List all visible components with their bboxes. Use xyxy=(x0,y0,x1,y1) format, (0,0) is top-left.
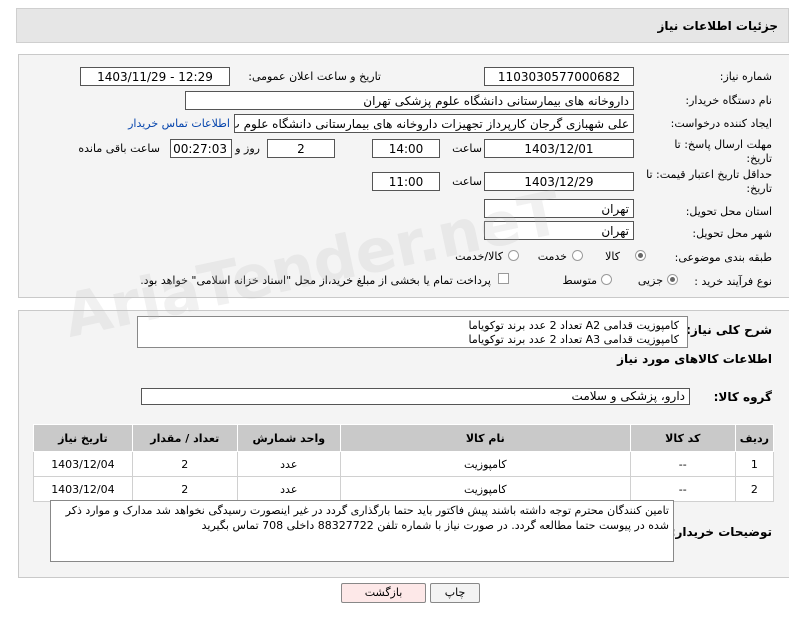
requester-label: ایجاد کننده درخواست: xyxy=(670,117,772,130)
buyer-contact-link[interactable]: اطلاعات تماس خریدار xyxy=(128,117,230,130)
description-textarea: کامپوزیت قدامی A2 تعداد 2 عدد برند توکوی… xyxy=(137,316,688,348)
description-line-2: کامپوزیت قدامی A3 تعداد 2 عدد برند توکوی… xyxy=(468,333,679,346)
description-label: شرح کلی نیاز: xyxy=(686,323,772,337)
province-field: تهران xyxy=(484,199,634,218)
cell-date: 1403/12/04 xyxy=(33,451,133,477)
goods-table: ردیف کد کالا نام کالا واحد شمارش تعداد /… xyxy=(33,424,775,502)
validity-label: حداقل تاریخ اعتبار قیمت: تا xyxy=(646,168,772,181)
deadline-label: مهلت ارسال پاسخ: تا xyxy=(674,138,772,151)
category-option-service: خدمت xyxy=(537,250,567,263)
cell-row: 2 xyxy=(734,476,775,502)
cell-qty: 2 xyxy=(131,476,238,502)
goods-group-field: دارو، پزشکی و سلامت xyxy=(141,388,690,405)
deadline-time-label: ساعت xyxy=(452,142,482,155)
cell-code: -- xyxy=(629,476,736,502)
table-row: 2 -- کامپوزیت عدد 2 1403/12/04 xyxy=(33,476,775,502)
category-radio-service[interactable] xyxy=(572,250,583,261)
column-header-date: تاریخ نیاز xyxy=(33,424,133,452)
cell-row: 1 xyxy=(734,451,775,477)
process-option-minor: جزیی xyxy=(637,274,663,287)
buyer-org-label: نام دستگاه خریدار: xyxy=(685,94,772,107)
cell-unit: عدد xyxy=(236,476,341,502)
validity-date-field: 1403/12/29 xyxy=(484,172,634,191)
column-header-code: کد کالا xyxy=(629,424,736,452)
province-label: استان محل تحویل: xyxy=(685,205,772,218)
page-title: جزئیات اطلاعات نیاز xyxy=(657,19,778,33)
table-row: 1 -- کامپوزیت عدد 2 1403/12/04 xyxy=(33,451,775,477)
back-button[interactable]: بازگشت xyxy=(341,583,426,603)
cell-name: کامپوزیت xyxy=(339,476,631,502)
time-remaining-field: 00:27:03 xyxy=(170,139,232,158)
process-radio-medium[interactable] xyxy=(601,274,612,285)
description-line-1: کامپوزیت قدامی A2 تعداد 2 عدد برند توکوی… xyxy=(468,319,679,332)
process-label: نوع فرآیند خرید : xyxy=(694,275,772,288)
column-header-unit: واحد شمارش xyxy=(236,424,341,452)
time-remaining-label: ساعت باقی مانده xyxy=(78,142,160,155)
buyer-org-field: داروخانه های بیمارستانی دانشگاه علوم پزش… xyxy=(185,91,634,110)
validity-label-date: تاریخ: xyxy=(746,182,772,195)
column-header-row: ردیف xyxy=(734,424,775,452)
treasury-payment-note: پرداخت تمام یا بخشی از مبلغ خرید،از محل … xyxy=(140,274,491,287)
deadline-date-field: 1403/12/01 xyxy=(484,139,634,158)
cell-name: کامپوزیت xyxy=(339,451,631,477)
deadline-time-field: 14:00 xyxy=(372,139,440,158)
category-option-goods-service: کالا/خدمت xyxy=(455,250,503,263)
category-radio-goods[interactable] xyxy=(635,250,646,261)
city-label: شهر محل تحویل: xyxy=(692,227,772,240)
announce-field: 1403/11/29 - 12:29 xyxy=(80,67,230,86)
column-header-qty: تعداد / مقدار xyxy=(131,424,238,452)
goods-table-header: ردیف کد کالا نام کالا واحد شمارش تعداد /… xyxy=(33,424,775,452)
validity-time-label: ساعت xyxy=(452,175,482,188)
category-option-goods: کالا xyxy=(605,250,620,263)
cell-code: -- xyxy=(629,451,736,477)
buyer-notes-label: توضیحات خریدار: xyxy=(670,525,772,539)
cell-unit: عدد xyxy=(236,451,341,477)
validity-time-field: 11:00 xyxy=(372,172,440,191)
cell-qty: 2 xyxy=(131,451,238,477)
city-field: تهران xyxy=(484,221,634,240)
requester-field: علی شهبازی گرجان کارپرداز تجهیزات داروخا… xyxy=(234,114,634,133)
process-option-medium: متوسط xyxy=(562,274,597,287)
days-remaining-field: 2 xyxy=(267,139,335,158)
category-label: طبقه بندی موضوعی: xyxy=(674,251,772,264)
print-button[interactable]: چاپ xyxy=(430,583,480,603)
process-radio-minor[interactable] xyxy=(667,274,678,285)
days-label: روز و xyxy=(235,142,260,155)
need-number-field: 1103030577000682 xyxy=(484,67,634,86)
treasury-payment-checkbox[interactable] xyxy=(498,273,509,284)
column-header-name: نام کالا xyxy=(339,424,631,452)
cell-date: 1403/12/04 xyxy=(33,476,133,502)
category-radio-goods-service[interactable] xyxy=(508,250,519,261)
deadline-label-date: تاریخ: xyxy=(746,152,772,165)
buyer-notes-textarea: تامین کنندگان محترم توجه داشته باشند پیش… xyxy=(50,500,674,562)
need-number-label: شماره نیاز: xyxy=(719,70,772,83)
announce-label: تاریخ و ساعت اعلان عمومی: xyxy=(248,70,381,83)
goods-section-title: اطلاعات کالاهای مورد نیاز xyxy=(617,352,772,366)
page-header: جزئیات اطلاعات نیاز xyxy=(16,8,789,43)
goods-group-label: گروه کالا: xyxy=(713,390,772,404)
